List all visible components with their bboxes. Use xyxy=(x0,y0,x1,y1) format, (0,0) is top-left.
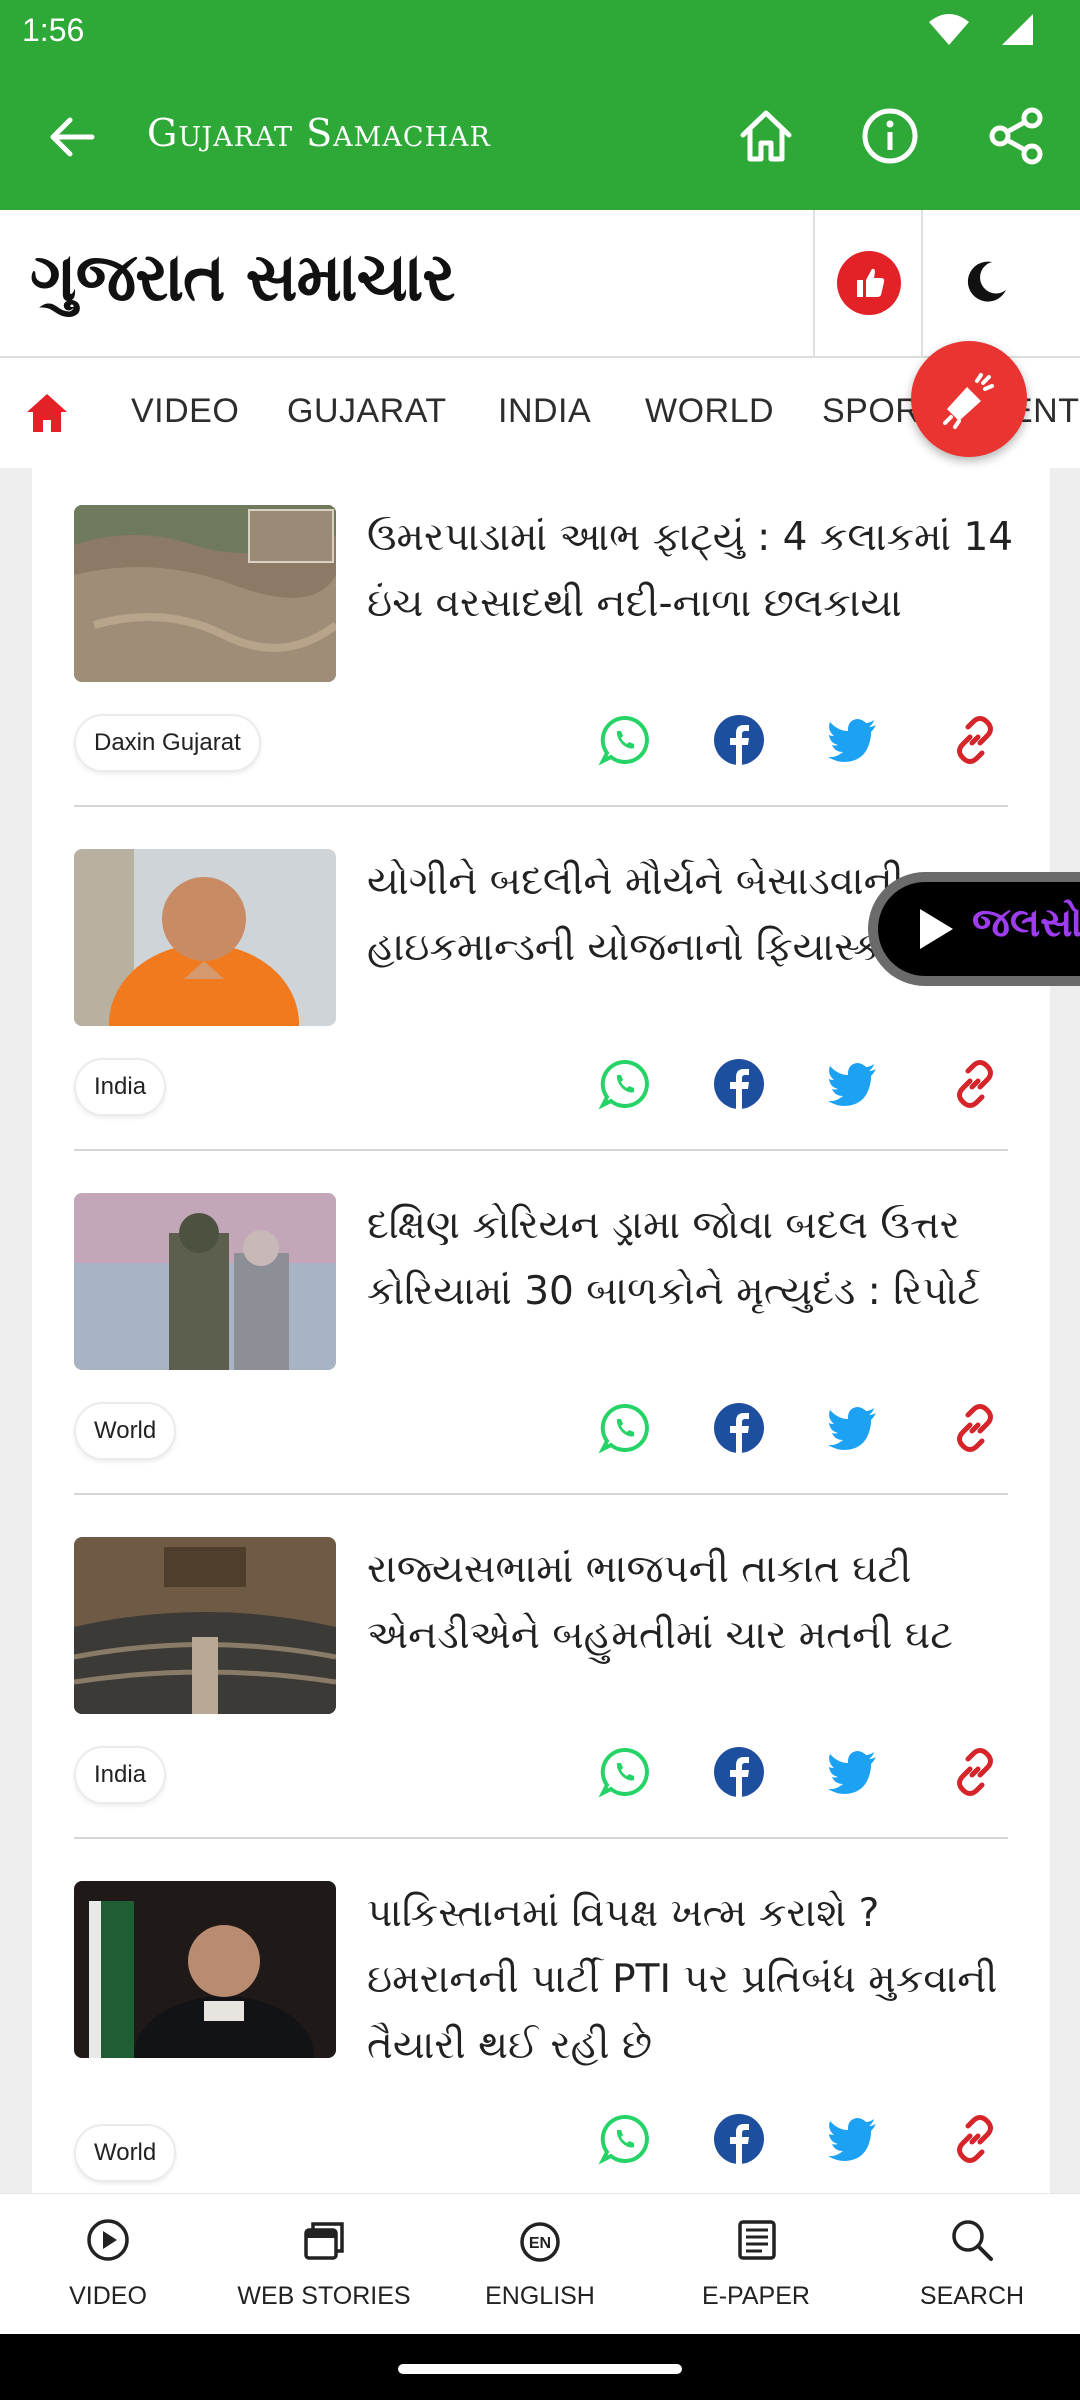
twitter-icon[interactable] xyxy=(826,2112,880,2166)
tab-gujarat[interactable]: GUJARAT xyxy=(287,392,447,431)
megaphone-icon xyxy=(943,373,994,429)
twitter-icon[interactable] xyxy=(826,1745,880,1799)
status-bar: 1:56 xyxy=(0,0,1080,63)
divider xyxy=(74,805,1008,807)
signal-icon xyxy=(1002,14,1033,45)
category-tag[interactable]: World xyxy=(74,1402,177,1460)
home-tab-icon[interactable] xyxy=(22,388,72,438)
article-thumbnail[interactable] xyxy=(74,1537,336,1714)
search-icon xyxy=(952,2220,993,2261)
nav-label: SEARCH xyxy=(919,2282,1025,2310)
facebook-icon[interactable] xyxy=(712,713,766,767)
brand-header: ગુજરાત સમાચાર xyxy=(0,210,1080,358)
article-thumbnail[interactable] xyxy=(74,505,336,682)
nav-english[interactable]: EN ENGLISH xyxy=(432,2194,648,2335)
share-icon[interactable] xyxy=(984,103,1050,169)
nav-search[interactable]: SEARCH xyxy=(864,2194,1080,2335)
twitter-icon[interactable] xyxy=(826,1057,880,1111)
bottom-navigation: VIDEO WEB STORIES EN ENGLISH E-PAPER SEA… xyxy=(0,2193,1080,2334)
divider xyxy=(74,1493,1008,1495)
facebook-icon[interactable] xyxy=(712,1745,766,1799)
category-tag[interactable]: Daxin Gujarat xyxy=(74,714,261,772)
divider xyxy=(813,210,815,358)
whatsapp-icon[interactable] xyxy=(598,1745,652,1799)
nav-label: E-PAPER xyxy=(702,2282,810,2310)
whatsapp-icon[interactable] xyxy=(598,713,652,767)
svg-text:EN: EN xyxy=(529,2235,551,2252)
divider xyxy=(74,1837,1008,1839)
nav-label: VIDEO xyxy=(69,2282,147,2310)
whatsapp-icon[interactable] xyxy=(598,2112,652,2166)
article-thumbnail[interactable] xyxy=(74,1193,336,1370)
app-bar: Gujarat Samachar xyxy=(0,63,1080,210)
copy-link-icon[interactable] xyxy=(948,1745,1002,1799)
thumbs-up-icon xyxy=(857,268,885,297)
app-title: Gujarat Samachar xyxy=(147,111,491,155)
divider xyxy=(74,1149,1008,1151)
article-headline[interactable]: ઉમરપાડામાં આભ ફાટ્યું : 4 કલાકમાં 14 ઇંચ… xyxy=(367,505,1017,637)
article-headline[interactable]: દક્ષિણ કોરિયન ડ્રામા જોવા બદલ ઉત્તર કોરિ… xyxy=(367,1193,1017,1325)
category-tag[interactable]: World xyxy=(74,2124,177,2182)
copy-link-icon[interactable] xyxy=(948,1401,1002,1455)
play-icon xyxy=(920,909,953,949)
copy-link-icon[interactable] xyxy=(948,2112,1002,2166)
nav-label: WEB STORIES xyxy=(237,2282,411,2310)
home-indicator[interactable] xyxy=(398,2364,682,2374)
stories-icon xyxy=(304,2222,344,2260)
dark-mode-icon[interactable] xyxy=(956,252,1016,312)
back-arrow-icon[interactable] xyxy=(42,107,102,167)
nav-video[interactable]: VIDEO xyxy=(0,2194,216,2335)
news-feed[interactable]: ઉમરપાડામાં આભ ફાટ્યું : 4 કલાકમાં 14 ઇંચ… xyxy=(32,468,1050,2193)
info-icon[interactable] xyxy=(857,103,923,169)
tab-video[interactable]: VIDEO xyxy=(131,392,239,431)
nav-web-stories[interactable]: WEB STORIES xyxy=(216,2194,432,2335)
article-thumbnail[interactable] xyxy=(74,1881,336,2058)
divider xyxy=(921,210,923,358)
twitter-icon[interactable] xyxy=(826,1401,880,1455)
announcement-fab[interactable] xyxy=(911,341,1027,457)
copy-link-icon[interactable] xyxy=(948,713,1002,767)
like-button[interactable] xyxy=(837,251,901,315)
newspaper-icon xyxy=(738,2220,776,2260)
twitter-icon[interactable] xyxy=(826,713,880,767)
category-tag[interactable]: India xyxy=(74,1746,167,1804)
article-headline[interactable]: પાકિસ્તાનમાં વિપક્ષ ખત્મ કરાશે ? ઇમરાનની… xyxy=(367,1881,1017,2079)
wifi-icon xyxy=(929,14,969,45)
facebook-icon[interactable] xyxy=(712,2112,766,2166)
gesture-bar xyxy=(0,2334,1080,2400)
play-circle-icon xyxy=(87,2219,129,2261)
copy-link-icon[interactable] xyxy=(948,1057,1002,1111)
site-logo[interactable]: ગુજરાત સમાચાર xyxy=(30,238,455,317)
article-thumbnail[interactable] xyxy=(74,849,336,1026)
nav-label: ENGLISH xyxy=(485,2282,595,2310)
tab-india[interactable]: INDIA xyxy=(498,392,591,431)
en-icon: EN xyxy=(520,2222,560,2262)
facebook-icon[interactable] xyxy=(712,1057,766,1111)
video-pill-label: જલસો xyxy=(972,900,1080,946)
whatsapp-icon[interactable] xyxy=(598,1401,652,1455)
nav-e-paper[interactable]: E-PAPER xyxy=(648,2194,864,2335)
status-time: 1:56 xyxy=(22,12,85,48)
article-headline[interactable]: રાજ્યસભામાં ભાજપની તાકાત ઘટી એનડીએને બહુ… xyxy=(367,1537,1017,1669)
category-tag[interactable]: India xyxy=(74,1058,167,1116)
video-pill-button[interactable]: જલસો xyxy=(868,872,1080,986)
home-icon[interactable] xyxy=(733,103,799,169)
tab-world[interactable]: WORLD xyxy=(645,392,774,431)
whatsapp-icon[interactable] xyxy=(598,1057,652,1111)
facebook-icon[interactable] xyxy=(712,1401,766,1455)
